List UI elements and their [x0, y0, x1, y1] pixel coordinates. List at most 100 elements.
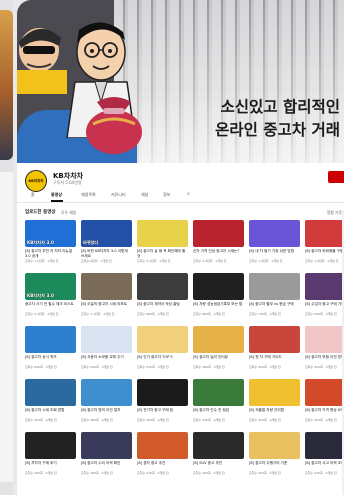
tab-about[interactable]: 정보 [163, 192, 170, 198]
video-card[interactable]: [8] 중고차 시세 조회 방법 조회수 400회 · 4개월 전 [25, 379, 76, 422]
video-thumbnail[interactable] [249, 220, 300, 247]
video-title[interactable]: [8] 바뀐 KB차차차 3.0 이렇게 쓰세요 [81, 249, 132, 258]
video-title[interactable]: [8] 중고차 인수 전 점검 [193, 408, 244, 417]
video-thumbnail[interactable] [81, 326, 132, 353]
video-title[interactable]: [8] 겨울철 차량 관리법 [249, 408, 300, 417]
video-title[interactable]: [8] 중고차 사고 이력 조회 [305, 461, 344, 470]
video-title[interactable]: [8] 중고차 허위매물 구별법 [305, 249, 344, 258]
video-thumbnail[interactable] [249, 379, 300, 406]
video-card[interactable]: [8] 중고차 허위매물 구별법 조회수 1.5천회 · 2개월 전 [305, 220, 344, 263]
video-title[interactable]: [8] 중고차 수리 이력 확인 [81, 461, 132, 470]
video-card[interactable]: [8] 중고차 계약서 작성 꿀팁 조회수 980회 · 2개월 전 [137, 273, 188, 316]
video-thumbnail[interactable]: KB차차차 3.0 [25, 273, 76, 300]
video-title[interactable]: [8] 자동차 소모품 교체 주기 [81, 355, 132, 364]
video-thumbnail[interactable] [137, 220, 188, 247]
tab-videos[interactable]: 동영상 [51, 192, 62, 198]
video-card[interactable]: [8] 중고차 수리 이력 확인 조회수 280회 · 5개월 전 [81, 432, 132, 475]
video-thumbnail[interactable] [81, 432, 132, 459]
video-thumbnail[interactable] [193, 432, 244, 459]
video-thumbnail[interactable] [305, 432, 344, 459]
video-thumbnail[interactable] [305, 379, 344, 406]
video-card[interactable]: [8] 중고차 가격 협상 요령 조회수 300회 · 4개월 전 [305, 379, 344, 422]
video-title[interactable]: [8] 중고차 명의 이전 절차 [81, 408, 132, 417]
video-card[interactable]: [8] 첫 차 구매 가이드 조회수 450회 · 3개월 전 [249, 326, 300, 369]
tab-playlists[interactable]: 재생목록 [81, 192, 96, 198]
subscribe-button[interactable] [328, 171, 344, 183]
video-thumbnail[interactable] [25, 432, 76, 459]
video-thumbnail[interactable] [137, 326, 188, 353]
video-title[interactable]: [8] 인기 중고차 TOP 5 [137, 355, 188, 364]
video-thumbnail[interactable] [249, 432, 300, 459]
video-title[interactable]: [8] 중고차 가격 협상 요령 [305, 408, 344, 417]
video-title[interactable]: 중고차 사기 전 필수 체크 리스트 [25, 302, 76, 311]
search-icon[interactable]: ⌕ [187, 191, 190, 197]
video-title[interactable]: [8] 중고차 딜러 인터뷰 [193, 355, 244, 364]
video-card[interactable]: [8] 중고차 주행거리 기준 조회수 250회 · 5개월 전 [249, 432, 300, 475]
video-title[interactable]: [8] 중고차 살 때 꼭 확인해야 할 것 [137, 249, 188, 258]
video-thumbnail[interactable] [193, 273, 244, 300]
video-thumbnail[interactable] [193, 220, 244, 247]
video-thumbnail[interactable] [193, 326, 244, 353]
video-card[interactable]: KB차차차 3.0 [8] 중고차 추천 차 차차 리뉴얼 3.0 공개 조회수 1… [25, 220, 76, 263]
sort-button[interactable]: 정렬 기준 [327, 210, 342, 216]
video-card[interactable]: [8] 중고차 명의 이전 절차 조회수 380회 · 4개월 전 [81, 379, 132, 422]
video-card[interactable]: [8] 차차차 구매 후기 조회수 290회 · 5개월 전 [25, 432, 76, 475]
video-title[interactable]: [8] 경차 중고 추천 [137, 461, 188, 470]
video-thumbnail[interactable]: KB차차차 3.0 [25, 220, 76, 247]
video-title[interactable]: [8] 내 차 팔기 가장 쉬운 방법 [249, 249, 300, 258]
video-card[interactable]: [8] 수입차 중고 구매 가이드 조회수 690회 · 3개월 전 [305, 273, 344, 316]
tab-community[interactable]: 커뮤니티 [111, 192, 126, 198]
video-title[interactable]: [8] 중고차 주행거리 기준 [249, 461, 300, 470]
video-title[interactable]: [8] 중고차 상식 퀴즈 [25, 355, 76, 364]
video-title[interactable]: [8] 중고차 시세 조회 방법 [25, 408, 76, 417]
video-title[interactable]: [8] 첫 차 구매 가이드 [249, 355, 300, 364]
video-thumbnail[interactable] [137, 379, 188, 406]
video-card[interactable]: [8] 중고차 인수 전 점검 조회수 340회 · 4개월 전 [193, 379, 244, 422]
video-thumbnail[interactable] [137, 432, 188, 459]
video-title[interactable]: [8] 중고차 계약서 작성 꿀팁 [137, 302, 188, 311]
video-title[interactable]: [8] 오늘의 중고차 시세 리포트 [81, 302, 132, 311]
video-card[interactable]: [8] SUV 중고 추천 조회수 260회 · 5개월 전 [193, 432, 244, 475]
video-thumbnail[interactable] [81, 273, 132, 300]
video-thumbnail[interactable] [137, 273, 188, 300]
video-thumbnail[interactable] [249, 273, 300, 300]
video-thumbnail[interactable] [25, 326, 76, 353]
video-thumbnail[interactable] [81, 379, 132, 406]
video-thumbnail[interactable] [249, 326, 300, 353]
video-title[interactable]: [8] 전기차 중고 구매 팁 [137, 408, 188, 417]
video-thumbnail[interactable] [305, 273, 344, 300]
video-card[interactable]: 바뀌었다 [8] 바뀐 KB차차차 3.0 이렇게 쓰세요 조회수 8천회 · 1개… [81, 220, 132, 263]
video-card[interactable]: [8] 중고차 살 때 꼭 확인해야 할 것 조회수 3.1천회 · 1개월 전 [137, 220, 188, 263]
video-thumbnail[interactable]: 바뀌었다 [81, 220, 132, 247]
video-thumbnail[interactable] [305, 326, 344, 353]
video-title[interactable]: 신차 가격 인상 중고차 시세는? [193, 249, 244, 258]
video-card[interactable]: 신차 가격 인상 중고차 시세는? 조회수 2.4천회 · 1개월 전 [193, 220, 244, 263]
video-title[interactable]: [8] SUV 중고 추천 [193, 461, 244, 470]
video-title[interactable]: [8] 수입차 중고 구매 가이드 [305, 302, 344, 311]
video-card[interactable]: KB차차차 3.0 중고차 사기 전 필수 체크 리스트 조회수 5.2천회 · 2… [25, 273, 76, 316]
video-title[interactable]: [8] 중고차 추천 차 차차 리뉴얼 3.0 공개 [25, 249, 76, 258]
video-card[interactable]: [8] 오늘의 중고차 시세 리포트 조회수 1.1천회 · 2개월 전 [81, 273, 132, 316]
tab-channels[interactable]: 채널 [141, 192, 148, 198]
video-card[interactable]: [8] 내 차 팔기 가장 쉬운 방법 조회수 1.9천회 · 1개월 전 [249, 220, 300, 263]
video-title[interactable]: [8] 차차차 구매 후기 [25, 461, 76, 470]
video-card[interactable]: [8] 중고차 사고 이력 조회 조회수 240회 · 5개월 전 [305, 432, 344, 475]
video-card[interactable]: [8] 전기차 중고 구매 팁 조회수 360회 · 4개월 전 [137, 379, 188, 422]
video-title[interactable]: [8] 중고차 할부 vs 현금 구매 [249, 302, 300, 311]
video-card[interactable]: [8] 겨울철 차량 관리법 조회수 320회 · 4개월 전 [249, 379, 300, 422]
video-card[interactable]: [8] 차량 성능점검기록부 보는 법 조회수 860회 · 2개월 전 [193, 273, 244, 316]
video-thumbnail[interactable] [193, 379, 244, 406]
video-card[interactable]: [8] 중고차 상식 퀴즈 조회수 640회 · 3개월 전 [25, 326, 76, 369]
video-card[interactable]: [8] 중고차 보험 이전 방법 조회수 420회 · 3개월 전 [305, 326, 344, 369]
video-title[interactable]: [8] 차량 성능점검기록부 보는 법 [193, 302, 244, 311]
video-card[interactable]: [8] 인기 중고차 TOP 5 조회수 530회 · 3개월 전 [137, 326, 188, 369]
video-card[interactable]: [8] 중고차 딜러 인터뷰 조회수 480회 · 3개월 전 [193, 326, 244, 369]
video-card[interactable]: [8] 중고차 할부 vs 현금 구매 조회수 740회 · 2개월 전 [249, 273, 300, 316]
tab-home[interactable]: 홈 [31, 192, 35, 198]
video-thumbnail[interactable] [305, 220, 344, 247]
video-title[interactable]: [8] 중고차 보험 이전 방법 [305, 355, 344, 364]
video-thumbnail[interactable] [25, 379, 76, 406]
video-card[interactable]: [8] 경차 중고 추천 조회수 270회 · 5개월 전 [137, 432, 188, 475]
video-card[interactable]: [8] 자동차 소모품 교체 주기 조회수 590회 · 3개월 전 [81, 326, 132, 369]
play-all-button[interactable]: 모두 재생 [61, 210, 76, 216]
